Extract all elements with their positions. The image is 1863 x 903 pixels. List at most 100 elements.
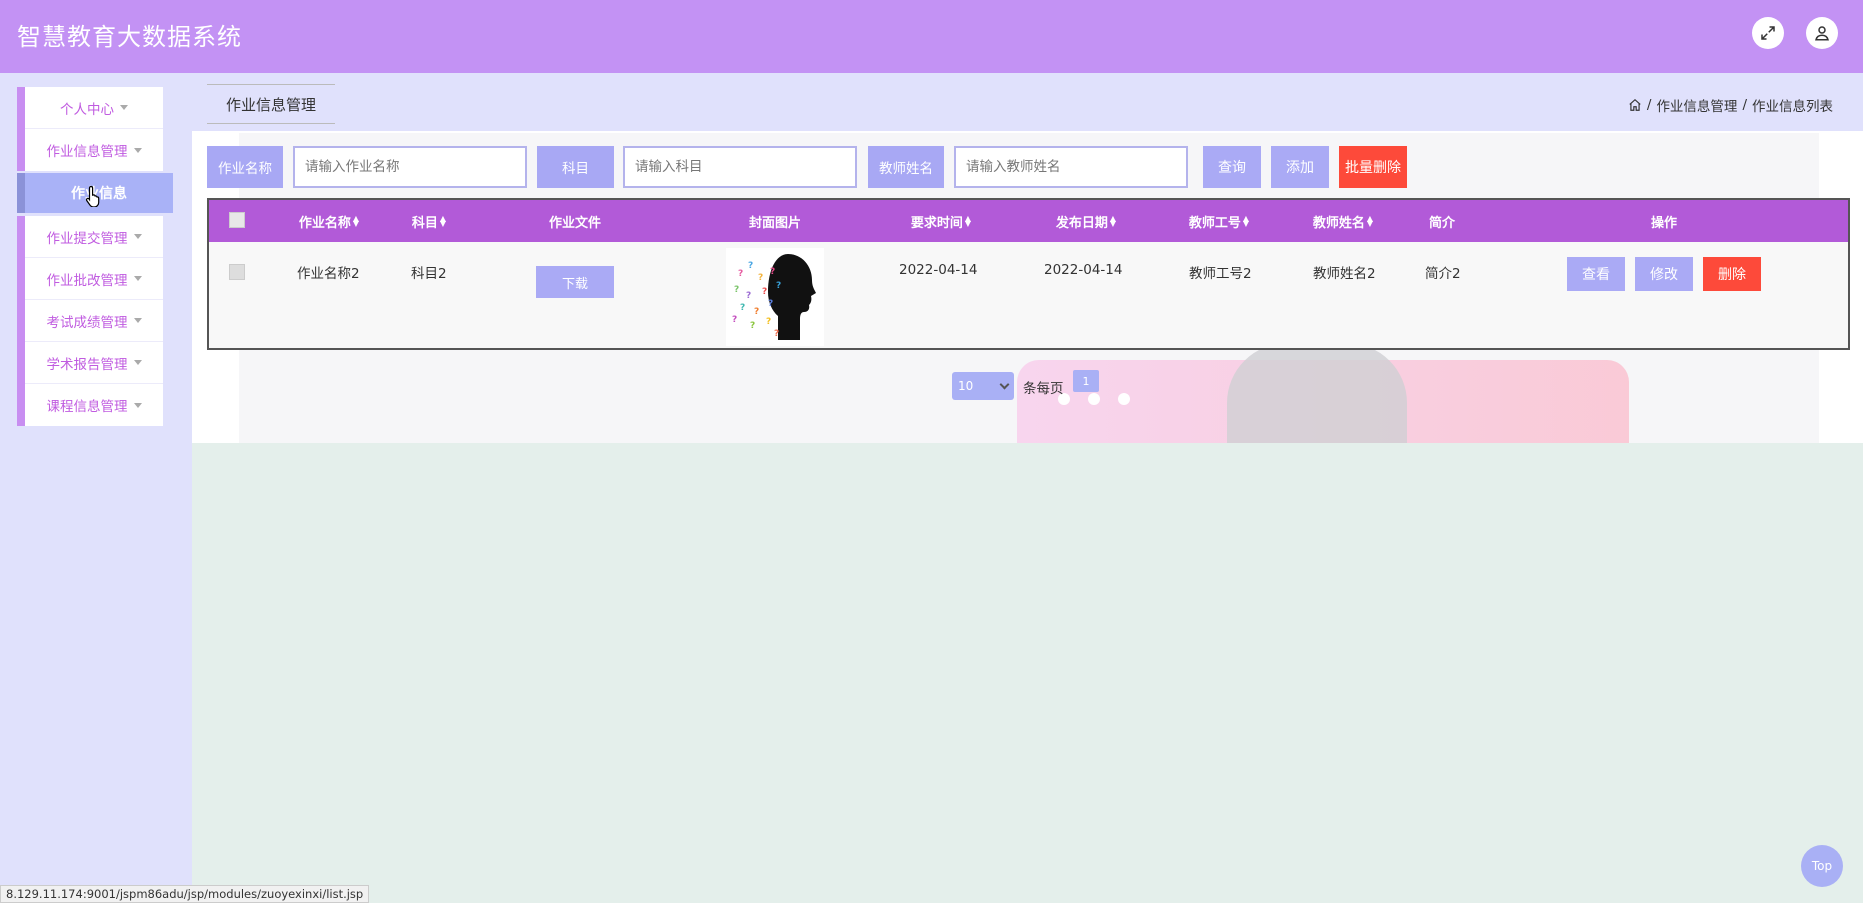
sidebar-item-personal-center[interactable]: 个人中心 — [25, 87, 163, 129]
carousel-dot[interactable] — [1088, 393, 1100, 405]
breadcrumb-level2: 作业信息列表 — [1752, 99, 1833, 115]
column-header-homework-name[interactable]: 作业名称 ▲ ▼ — [299, 200, 359, 242]
column-header-homework-file: 作业文件 — [548, 215, 602, 231]
fullscreen-button[interactable] — [1752, 17, 1784, 49]
cell-subject: 科目2 — [411, 266, 447, 282]
sort-icon: ▲ ▼ — [1366, 214, 1374, 228]
svg-text:?: ? — [754, 307, 759, 317]
user-button[interactable] — [1806, 17, 1838, 49]
hand-cursor-icon — [85, 185, 100, 207]
cover-image-art: ?? ?? ?? ?? ?? ?? ?? ? — [726, 248, 824, 346]
teacher-name-label: 教师姓名 — [868, 146, 944, 188]
svg-text:?: ? — [748, 261, 753, 271]
top-header: 智慧教育大数据系统 — [0, 0, 1863, 73]
app-title: 智慧教育大数据系统 — [17, 23, 242, 51]
query-button[interactable]: 查询 — [1203, 146, 1261, 188]
sidebar-item-homework-submission[interactable]: 作业提交管理 — [25, 216, 163, 258]
tab-bar — [192, 73, 1863, 131]
caret-down-icon — [133, 360, 142, 365]
back-to-top-button[interactable]: Top — [1801, 845, 1843, 887]
svg-text:?: ? — [770, 267, 775, 277]
row-checkbox[interactable] — [229, 264, 245, 280]
cell-teacher-name: 教师姓名2 — [1313, 266, 1376, 282]
status-bar-url: 8.129.11.174:9001/jspm86adu/jsp/modules/… — [0, 885, 370, 903]
svg-text:?: ? — [762, 287, 767, 297]
sidebar-item-homework-info-management[interactable]: 作业信息管理 — [25, 129, 163, 171]
page-number-1[interactable]: 1 — [1073, 370, 1099, 392]
page-size-select[interactable]: 10 — [952, 372, 1014, 400]
sidebar-item-label: 作业提交管理 — [46, 230, 128, 247]
caret-down-icon — [133, 318, 142, 323]
menu-group-top: 个人中心 作业信息管理 — [17, 87, 163, 171]
per-page-label: 条每页 — [1023, 381, 1064, 397]
sort-icon: ▲ ▼ — [1109, 214, 1117, 228]
svg-text:?: ? — [774, 329, 779, 339]
column-header-cover-image: 封面图片 — [748, 215, 802, 231]
cell-homework-name: 作业名称2 — [297, 266, 360, 282]
cover-image[interactable]: ?? ?? ?? ?? ?? ?? ?? ? — [726, 248, 824, 346]
view-button[interactable]: 查看 — [1567, 257, 1625, 291]
breadcrumb-level1[interactable]: 作业信息管理 — [1656, 95, 1737, 115]
delete-button[interactable]: 删除 — [1703, 257, 1761, 291]
sidebar-item-label: 作业批改管理 — [46, 272, 128, 289]
homework-name-input[interactable] — [293, 146, 527, 188]
svg-text:?: ? — [740, 303, 745, 313]
svg-text:?: ? — [734, 285, 739, 295]
svg-text:?: ? — [776, 281, 781, 291]
sidebar-item-academic-reports[interactable]: 学术报告管理 — [25, 342, 163, 384]
cell-required-time: 2022-04-14 — [899, 262, 978, 278]
homework-name-label: 作业名称 — [207, 146, 283, 188]
table-header: 作业名称 ▲ ▼ 科目 ▲ ▼ 作业文件 封面图片 要求时间 ▲ ▼ 发布日期 ▲ ▼ 教师工号… — [209, 200, 1848, 242]
expand-icon — [1761, 26, 1775, 40]
caret-down-icon — [133, 276, 142, 281]
sidebar-item-exam-scores[interactable]: 考试成绩管理 — [25, 300, 163, 342]
svg-text:?: ? — [768, 299, 773, 309]
sort-icon: ▲ ▼ — [352, 214, 360, 228]
column-header-publish-date[interactable]: 发布日期 ▲ ▼ — [1056, 200, 1116, 242]
svg-text:?: ? — [746, 291, 751, 301]
sidebar-item-label: 考试成绩管理 — [46, 314, 128, 331]
sidebar-item-label: 作业信息管理 — [46, 144, 128, 160]
column-header-teacher-name[interactable]: 教师姓名 ▲ ▼ — [1313, 200, 1373, 242]
column-header-actions: 操作 — [1650, 215, 1678, 231]
sidebar-item-homework-grading[interactable]: 作业批改管理 — [25, 258, 163, 300]
caret-down-icon — [133, 234, 142, 239]
sort-icon: ▲ ▼ — [439, 214, 447, 228]
sidebar-menu: 个人中心 作业信息管理 作业提交管理 作业批改管理 考试成绩管理 学术报告管理 … — [17, 87, 163, 426]
batch-delete-button[interactable]: 批量删除 — [1339, 146, 1407, 188]
download-button[interactable]: 下载 — [536, 266, 614, 298]
column-header-subject[interactable]: 科目 ▲ ▼ — [412, 200, 446, 242]
svg-text:?: ? — [766, 317, 771, 327]
background-figure — [1227, 343, 1407, 443]
svg-text:?: ? — [758, 273, 763, 283]
page-size-value: 10 — [958, 379, 974, 393]
user-icon — [1815, 26, 1829, 41]
column-header-required-time[interactable]: 要求时间 ▲ ▼ — [911, 200, 971, 242]
cell-teacher-id: 教师工号2 — [1189, 266, 1252, 282]
caret-down-icon — [133, 147, 142, 153]
cell-intro: 简介2 — [1425, 266, 1461, 282]
sidebar-item-label: 个人中心 — [60, 101, 114, 118]
sidebar-item-course-info[interactable]: 课程信息管理 — [25, 384, 163, 426]
svg-text:?: ? — [750, 321, 755, 331]
svg-text:?: ? — [738, 269, 743, 279]
breadcrumb: / 作业信息管理 / 作业信息列表 — [1628, 95, 1833, 115]
caret-down-icon — [120, 105, 128, 110]
menu-group-bottom: 作业提交管理 作业批改管理 考试成绩管理 学术报告管理 课程信息管理 — [17, 216, 163, 426]
sidebar-item-label: 学术报告管理 — [46, 356, 128, 373]
breadcrumb-separator: / — [1742, 97, 1747, 113]
select-all-checkbox[interactable] — [229, 212, 245, 228]
teacher-name-input[interactable] — [954, 146, 1188, 188]
subject-label: 科目 — [537, 146, 614, 188]
tab-homework-info-management[interactable]: 作业信息管理 — [207, 84, 335, 124]
sidebar-item-label: 课程信息管理 — [46, 399, 128, 415]
edit-button[interactable]: 修改 — [1635, 257, 1693, 291]
homework-table: 作业名称 ▲ ▼ 科目 ▲ ▼ 作业文件 封面图片 要求时间 ▲ ▼ 发布日期 ▲ ▼ 教师工号… — [207, 198, 1850, 350]
home-icon[interactable] — [1628, 98, 1642, 112]
caret-down-icon — [133, 402, 142, 408]
carousel-dot[interactable] — [1118, 393, 1130, 405]
column-header-intro: 简介 — [1428, 215, 1456, 231]
column-header-teacher-id[interactable]: 教师工号 ▲ ▼ — [1189, 200, 1249, 242]
subject-input[interactable] — [623, 146, 857, 188]
add-button[interactable]: 添加 — [1271, 146, 1329, 188]
